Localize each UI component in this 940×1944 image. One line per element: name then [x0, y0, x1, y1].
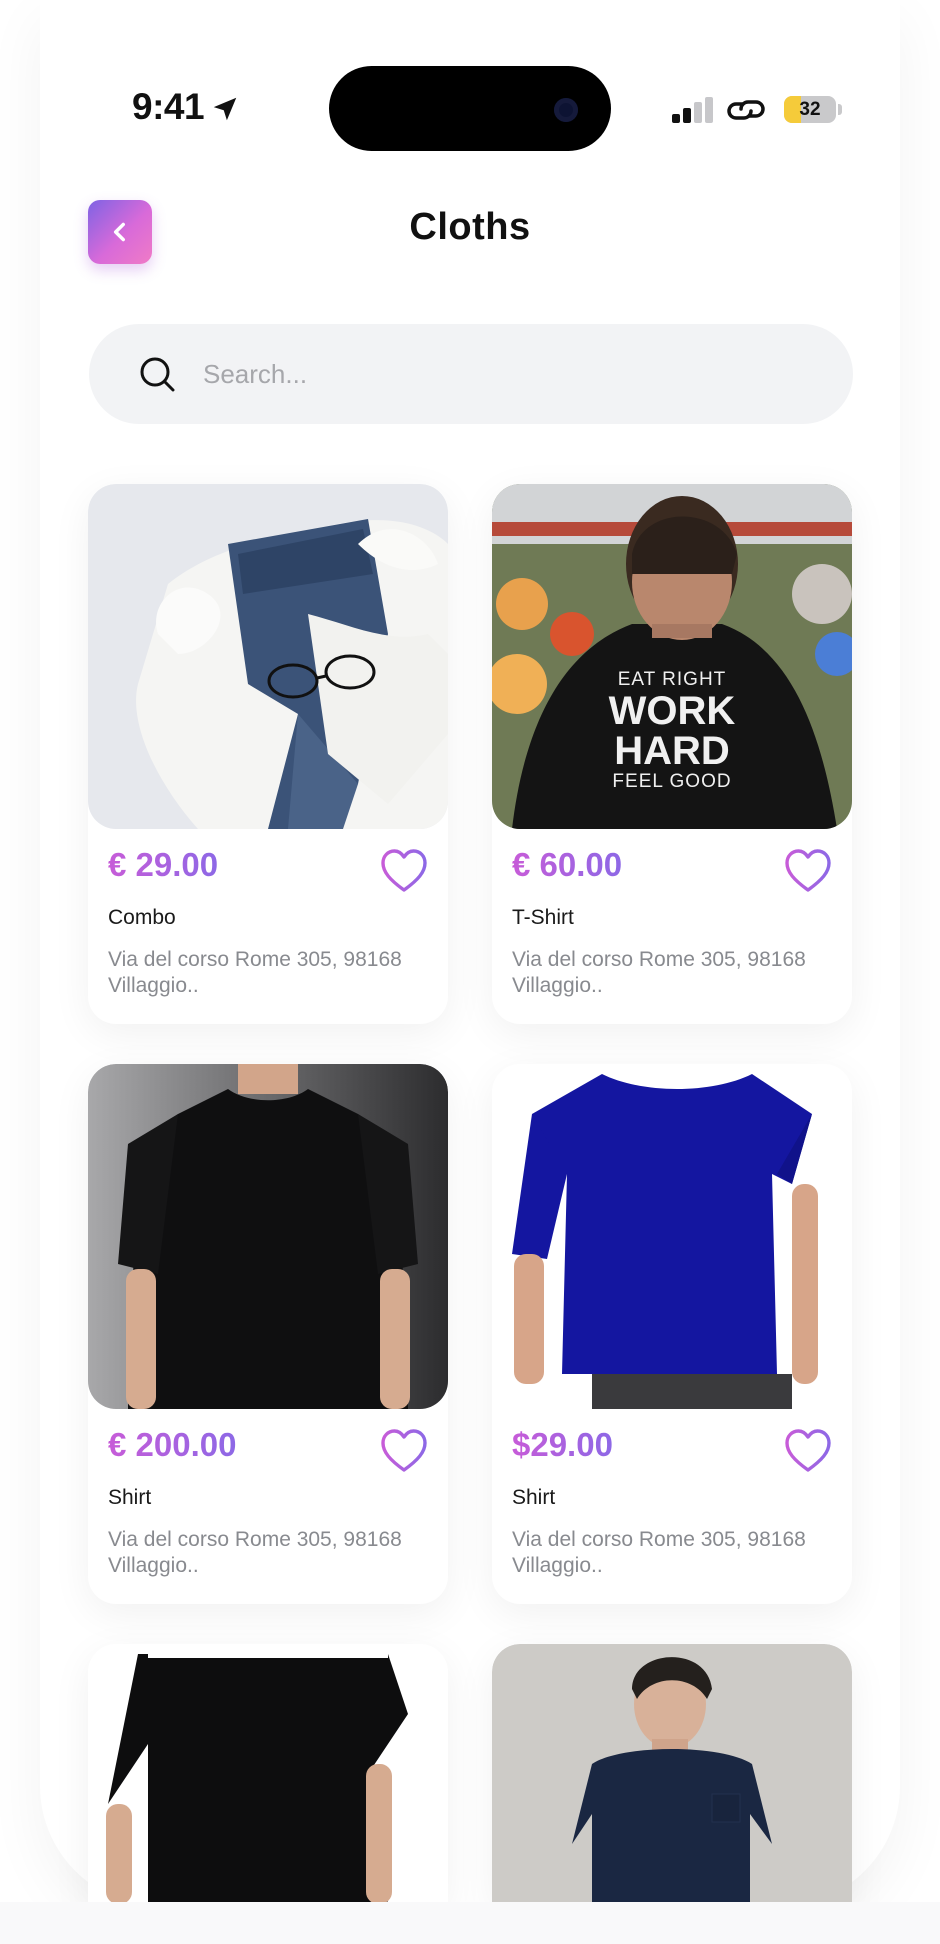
tshirt-print-text: EAT RIGHT WORK HARD FEEL GOOD [492, 669, 852, 793]
tshirt-print-line: EAT RIGHT [617, 669, 727, 690]
tshirt-print-line: WORK [608, 689, 736, 733]
product-name: Shirt [108, 1486, 152, 1509]
product-image-black-tshirt[interactable] [88, 1064, 448, 1409]
product-card[interactable]: € 200.00 Shirt Via del corso Rome 305, 9… [88, 1064, 448, 1604]
product-price: € 200.00 [108, 1426, 237, 1463]
product-image-jeans-sweater[interactable] [88, 484, 448, 829]
signal-icon [672, 97, 713, 123]
tshirt-print-line: HARD [614, 729, 730, 773]
search-bar[interactable] [89, 324, 853, 424]
product-address: Via del corso Rome 305, 98168 Villaggio.… [512, 1528, 806, 1577]
product-name: T-Shirt [512, 906, 574, 929]
battery-icon: 32 [784, 96, 836, 123]
product-name: Shirt [512, 1486, 556, 1509]
link-icon [727, 100, 765, 120]
product-card[interactable]: € 29.00 Combo Via del corso Rome 305, 98… [88, 484, 448, 1024]
product-address: Via del corso Rome 305, 98168 Villaggio.… [108, 948, 402, 997]
status-time: 9:41 [132, 86, 205, 127]
product-card[interactable] [492, 1644, 852, 1904]
product-address: Via del corso Rome 305, 98168 Villaggio.… [108, 1528, 402, 1577]
favorite-heart-icon[interactable] [380, 1428, 428, 1474]
location-arrow-icon [213, 97, 237, 121]
product-price: € 29.00 [108, 846, 219, 883]
product-card[interactable]: $29.00 Shirt Via del corso Rome 305, 981… [492, 1064, 852, 1604]
product-price: $29.00 [512, 1426, 613, 1463]
product-card[interactable] [88, 1644, 448, 1904]
product-image-navy-tshirt[interactable] [492, 1644, 852, 1904]
bottom-area [0, 1902, 940, 1944]
search-icon [140, 357, 175, 392]
product-name: Combo [108, 906, 176, 929]
page-title: Cloths [409, 206, 531, 248]
product-image-man-tshirt[interactable]: EAT RIGHT WORK HARD FEEL GOOD [492, 484, 852, 829]
product-card[interactable]: EAT RIGHT WORK HARD FEEL GOOD € 60.00 T-… [492, 484, 852, 1024]
battery-level: 32 [799, 99, 821, 120]
product-image-blue-tshirt[interactable] [492, 1064, 852, 1409]
camera-dot [554, 98, 578, 122]
favorite-heart-icon[interactable] [784, 1428, 832, 1474]
product-price: € 60.00 [512, 846, 623, 883]
battery-nub [838, 104, 842, 115]
product-address: Via del corso Rome 305, 98168 Villaggio.… [512, 948, 806, 997]
app-screen: 9:41 32 Cloths Search... € 29.00 Combo V… [0, 0, 940, 1944]
favorite-heart-icon[interactable] [784, 848, 832, 894]
search-input[interactable] [203, 358, 763, 390]
favorite-heart-icon[interactable] [380, 848, 428, 894]
product-image-black-tshirt-back[interactable] [88, 1644, 448, 1904]
tshirt-print-line: FEEL GOOD [612, 771, 732, 792]
